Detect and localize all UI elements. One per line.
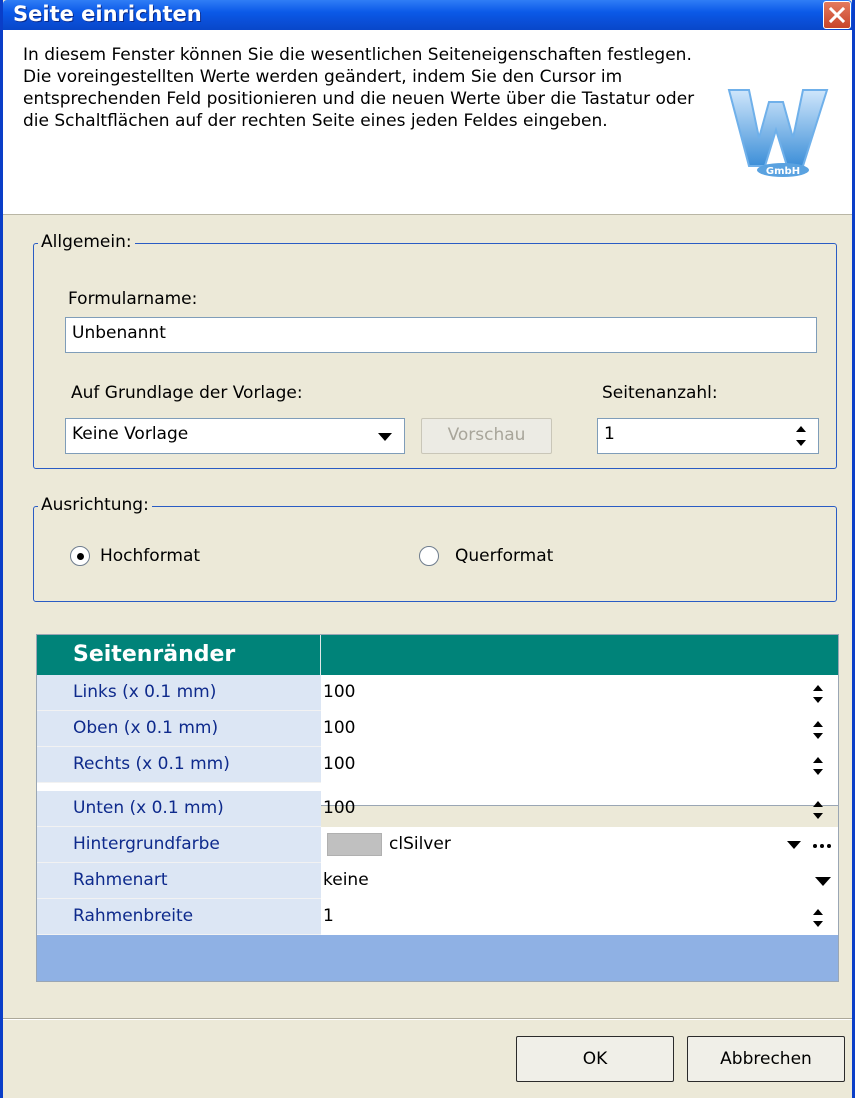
row-label: Rechts (x 0.1 mm) xyxy=(37,747,321,783)
page-count-input[interactable]: 1 xyxy=(597,418,819,454)
row-value[interactable]: 100 xyxy=(323,754,355,774)
spin-arrows-icon[interactable] xyxy=(812,907,824,929)
page-count-label: Seitenanzahl: xyxy=(602,383,718,403)
chevron-down-icon[interactable] xyxy=(377,432,393,442)
template-select-value: Keine Vorlage xyxy=(72,424,189,444)
table-row[interactable]: Rahmenbreite 1 xyxy=(37,899,838,935)
table-row[interactable]: Unten (x 0.1 mm) 100 xyxy=(37,791,838,827)
table-row[interactable]: Links (x 0.1 mm) 100 xyxy=(37,675,838,711)
logo-text: GmbH xyxy=(766,166,800,177)
chevron-down-icon[interactable] xyxy=(814,876,832,887)
row-label: Oben (x 0.1 mm) xyxy=(37,711,321,747)
row-label: Hintergrundfarbe xyxy=(37,827,321,863)
close-button[interactable] xyxy=(823,1,851,29)
description-panel: In diesem Fenster können Sie die wesentl… xyxy=(3,30,852,215)
window-title: Seite einrichten xyxy=(13,2,202,26)
ellipsis-icon[interactable] xyxy=(812,843,832,849)
header-separator xyxy=(320,635,321,675)
landscape-radio[interactable] xyxy=(419,546,439,566)
margins-title: Seitenränder xyxy=(73,642,236,667)
row-value[interactable]: 1 xyxy=(323,906,334,926)
preview-button[interactable]: Vorschau xyxy=(421,418,552,454)
orientation-legend: Ausrichtung: xyxy=(38,495,152,515)
table-row[interactable]: Hintergrundfarbe clSilver xyxy=(37,827,838,863)
portrait-label[interactable]: Hochformat xyxy=(100,546,200,566)
spin-arrows-icon[interactable] xyxy=(812,719,824,741)
close-icon xyxy=(828,6,846,24)
spin-arrows-icon[interactable] xyxy=(812,683,824,705)
ok-button[interactable]: OK xyxy=(516,1036,674,1082)
form-name-label: Formularname: xyxy=(68,289,198,309)
table-row[interactable]: Oben (x 0.1 mm) 100 xyxy=(37,711,838,747)
portrait-radio[interactable] xyxy=(70,546,90,566)
margins-table: Seitenränder Links (x 0.1 mm) 100 Oben (… xyxy=(36,634,839,806)
row-label: Rahmenbreite xyxy=(37,899,321,935)
title-bar[interactable]: Seite einrichten xyxy=(3,0,852,30)
cancel-button[interactable]: Abbrechen xyxy=(687,1036,845,1082)
row-label: Links (x 0.1 mm) xyxy=(37,675,321,711)
table-row[interactable]: Rechts (x 0.1 mm) 100 xyxy=(37,747,838,783)
spin-arrows-icon[interactable] xyxy=(812,755,824,777)
row-label: Unten (x 0.1 mm) xyxy=(37,791,321,827)
form-name-input[interactable]: Unbenannt xyxy=(65,317,817,353)
chevron-down-icon[interactable] xyxy=(786,840,802,850)
template-label: Auf Grundlage der Vorlage: xyxy=(71,383,303,403)
general-legend: Allgemein: xyxy=(38,232,135,252)
row-value[interactable]: 100 xyxy=(323,798,355,818)
footer-divider xyxy=(3,1018,852,1020)
row-value[interactable]: 100 xyxy=(323,718,355,738)
landscape-label[interactable]: Querformat xyxy=(455,546,553,566)
margins-header: Seitenränder xyxy=(37,635,838,675)
company-logo: GmbH xyxy=(727,89,829,177)
description-text: In diesem Fenster können Sie die wesentl… xyxy=(23,45,695,131)
color-swatch xyxy=(327,833,382,856)
row-label: Rahmenart xyxy=(37,863,321,899)
row-value[interactable]: keine xyxy=(323,870,369,890)
row-value[interactable]: 100 xyxy=(323,682,355,702)
table-row[interactable]: Rahmenart keine xyxy=(37,863,838,899)
spin-arrows-icon[interactable] xyxy=(812,799,824,821)
table-empty-area xyxy=(37,935,838,981)
dialog-window: Seite einrichten In diesem Fenster könne… xyxy=(0,0,855,1098)
spin-arrows-icon[interactable] xyxy=(794,423,808,449)
row-value[interactable]: clSilver xyxy=(389,834,451,854)
template-select[interactable]: Keine Vorlage xyxy=(65,418,405,454)
